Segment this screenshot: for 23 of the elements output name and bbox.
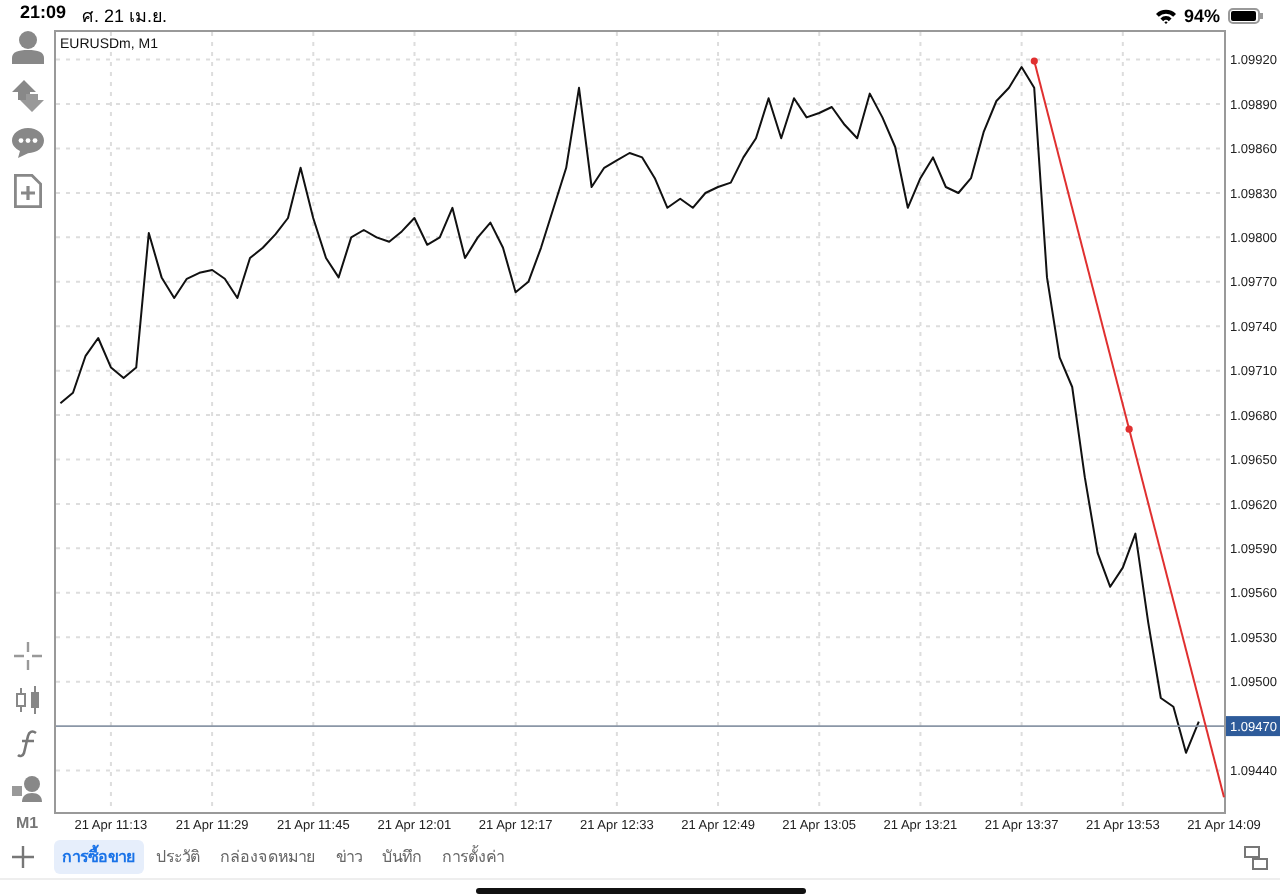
battery-icon [1228,7,1264,24]
wifi-icon [1155,7,1176,24]
objects-icon[interactable] [11,774,43,803]
tab[interactable]: การตั้งค่า [434,840,512,875]
tab[interactable]: บันทึก [374,840,430,875]
trendline-drawing[interactable] [1030,57,1225,799]
trade-arrows-icon[interactable] [11,80,43,113]
layout-icon[interactable] [1244,845,1268,870]
account-icon[interactable] [11,30,43,65]
tab[interactable]: กล่องจดหมาย [212,840,324,875]
chat-icon[interactable] [11,128,43,159]
add-document-icon[interactable] [13,174,41,209]
timeframe-label[interactable]: M1 [15,814,39,833]
add-icon[interactable] [12,846,34,869]
tab[interactable]: ประวัติ [148,840,208,875]
tab[interactable]: ข่าว [328,840,370,875]
tab[interactable]: การซื้อขาย [54,840,144,875]
function-icon[interactable] [15,730,39,759]
clock-time: 21:09 [20,1,67,26]
battery-percent: 94% [1183,5,1220,26]
date-text: ศ. 21 เม.ย. [82,3,168,30]
crosshair-icon[interactable] [13,642,41,671]
candlestick-icon[interactable] [13,686,41,715]
